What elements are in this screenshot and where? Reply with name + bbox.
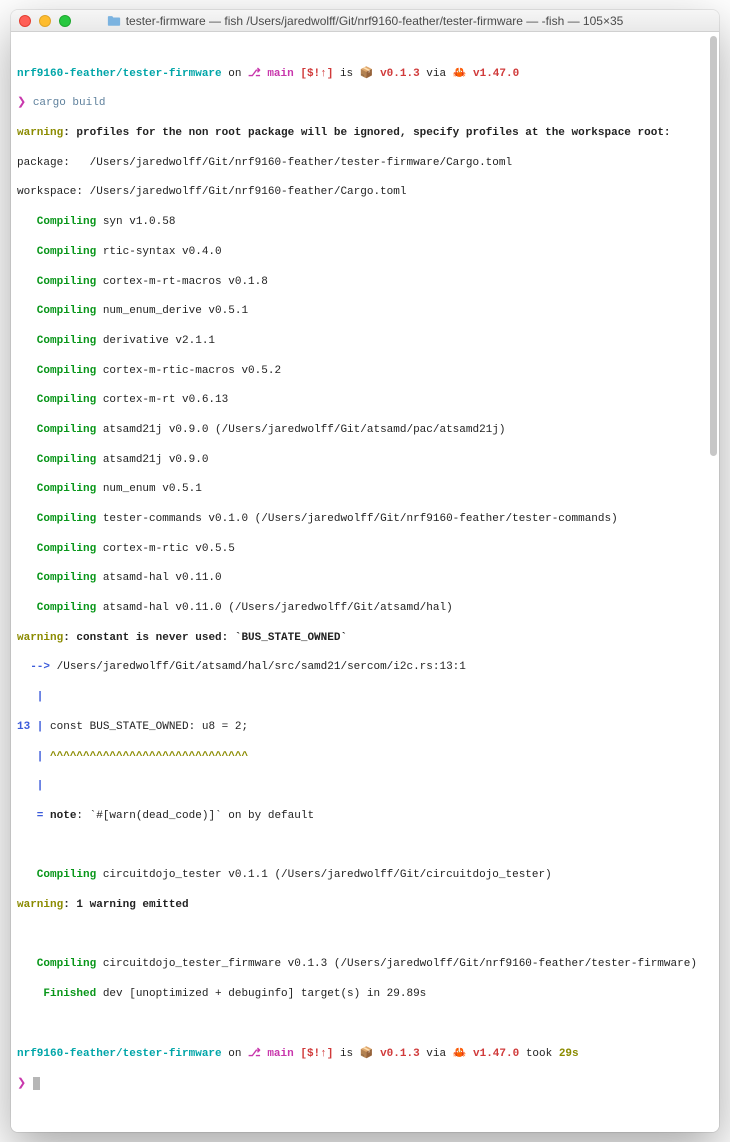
line-number: 13 [17, 721, 30, 733]
prompt-symbol: ❯ [17, 97, 26, 109]
blank-line [17, 1017, 713, 1032]
underline-carets: ^^^^^^^^^^^^^^^^^^^^^^^^^^^^^^ [50, 751, 248, 763]
diag-underline: | ^^^^^^^^^^^^^^^^^^^^^^^^^^^^^^ [17, 750, 713, 765]
diag-location: --> /Users/jaredwolff/Git/atsamd/hal/src… [17, 660, 713, 675]
prompt-line-1: nrf9160-feather/tester-firmware on ⎇ mai… [17, 66, 713, 82]
minimize-button[interactable] [39, 15, 51, 27]
prompt-line-2: nrf9160-feather/tester-firmware on ⎇ mai… [17, 1046, 713, 1062]
folder-icon [107, 15, 121, 26]
package-path: package: /Users/jaredwolff/Git/nrf9160-f… [17, 156, 713, 171]
git-branch: main [261, 1048, 301, 1060]
finished-label: Finished [17, 988, 96, 1000]
git-branch-icon: ⎇ [248, 68, 261, 80]
cmd-build: build [66, 97, 106, 109]
window-title-text: tester-firmware — fish /Users/jaredwolff… [126, 14, 624, 28]
compile-line: Compiling circuitdojo_tester_firmware v0… [17, 957, 713, 972]
compile-line: Compiling atsamd-hal v0.11.0 (/Users/jar… [17, 601, 713, 616]
window-title: tester-firmware — fish /Users/jaredwolff… [11, 14, 719, 28]
zoom-button[interactable] [59, 15, 71, 27]
compile-line: Compiling num_enum_derive v0.5.1 [17, 304, 713, 319]
active-prompt[interactable]: ❯ [17, 1077, 713, 1092]
finished-line: Finished dev [unoptimized + debuginfo] t… [17, 987, 713, 1002]
prompt-path: nrf9160-feather/tester-firmware [17, 68, 222, 80]
package-icon: 📦 [360, 1047, 374, 1059]
cursor [33, 1077, 40, 1090]
rust-icon: 🦀 [453, 1047, 467, 1059]
terminal-window: tester-firmware — fish /Users/jaredwolff… [11, 10, 719, 1132]
git-status: [$!↑] [300, 1048, 333, 1060]
compile-line: Compiling num_enum v0.5.1 [17, 482, 713, 497]
cmd-cargo: cargo [26, 97, 66, 109]
window-titlebar[interactable]: tester-firmware — fish /Users/jaredwolff… [11, 10, 719, 32]
diag-note: = note: `#[warn(dead_code)]` on by defau… [17, 809, 713, 824]
warning-profiles: warning: profiles for the non root packa… [17, 126, 713, 141]
rust-icon: 🦀 [453, 67, 467, 79]
rust-version: v1.47.0 [466, 68, 519, 80]
command-line: ❯ cargo build [17, 96, 713, 111]
prompt-symbol: ❯ [17, 1078, 26, 1090]
warning-emitted: warning: 1 warning emitted [17, 898, 713, 913]
prompt-path: nrf9160-feather/tester-firmware [17, 1048, 222, 1060]
git-branch-icon: ⎇ [248, 1048, 261, 1060]
compile-line: Compiling tester-commands v0.1.0 (/Users… [17, 512, 713, 527]
compile-line: Compiling cortex-m-rt v0.6.13 [17, 393, 713, 408]
compile-line: Compiling rtic-syntax v0.4.0 [17, 245, 713, 260]
warning-label: warning [17, 632, 63, 644]
compile-line: Compiling atsamd-hal v0.11.0 [17, 571, 713, 586]
compile-line: Compiling circuitdojo_tester v0.1.1 (/Us… [17, 868, 713, 883]
diag-gutter: | [17, 779, 713, 794]
compile-line: Compiling cortex-m-rtic-macros v0.5.2 [17, 364, 713, 379]
diag-code: 13 | const BUS_STATE_OWNED: u8 = 2; [17, 720, 713, 735]
traffic-lights [19, 15, 71, 27]
compile-line: Compiling derivative v2.1.1 [17, 334, 713, 349]
terminal-body[interactable]: nrf9160-feather/tester-firmware on ⎇ mai… [11, 32, 719, 1132]
took-duration: 29s [559, 1048, 579, 1060]
blank-line [17, 928, 713, 943]
compile-line: Compiling atsamd21j v0.9.0 (/Users/jared… [17, 423, 713, 438]
close-button[interactable] [19, 15, 31, 27]
diag-gutter: | [17, 690, 713, 705]
compile-line: Compiling cortex-m-rtic v0.5.5 [17, 542, 713, 557]
rust-version: v1.47.0 [466, 1048, 519, 1060]
warning-label: warning [17, 899, 63, 911]
compile-line: Compiling syn v1.0.58 [17, 215, 713, 230]
code-text: const BUS_STATE_OWNED: u8 = 2; [50, 721, 248, 733]
compile-line: Compiling atsamd21j v0.9.0 [17, 453, 713, 468]
compile-line: Compiling cortex-m-rt-macros v0.1.8 [17, 275, 713, 290]
note-label: note [50, 810, 76, 822]
blank-line [17, 839, 713, 854]
workspace-path: workspace: /Users/jaredwolff/Git/nrf9160… [17, 185, 713, 200]
git-branch: main [261, 68, 301, 80]
warning-const: warning: constant is never used: `BUS_ST… [17, 631, 713, 646]
package-icon: 📦 [360, 67, 374, 79]
git-status: [$!↑] [300, 68, 333, 80]
package-version: v0.1.3 [373, 1048, 419, 1060]
warning-label: warning [17, 127, 63, 139]
scrollbar[interactable] [710, 36, 717, 456]
package-version: v0.1.3 [373, 68, 419, 80]
